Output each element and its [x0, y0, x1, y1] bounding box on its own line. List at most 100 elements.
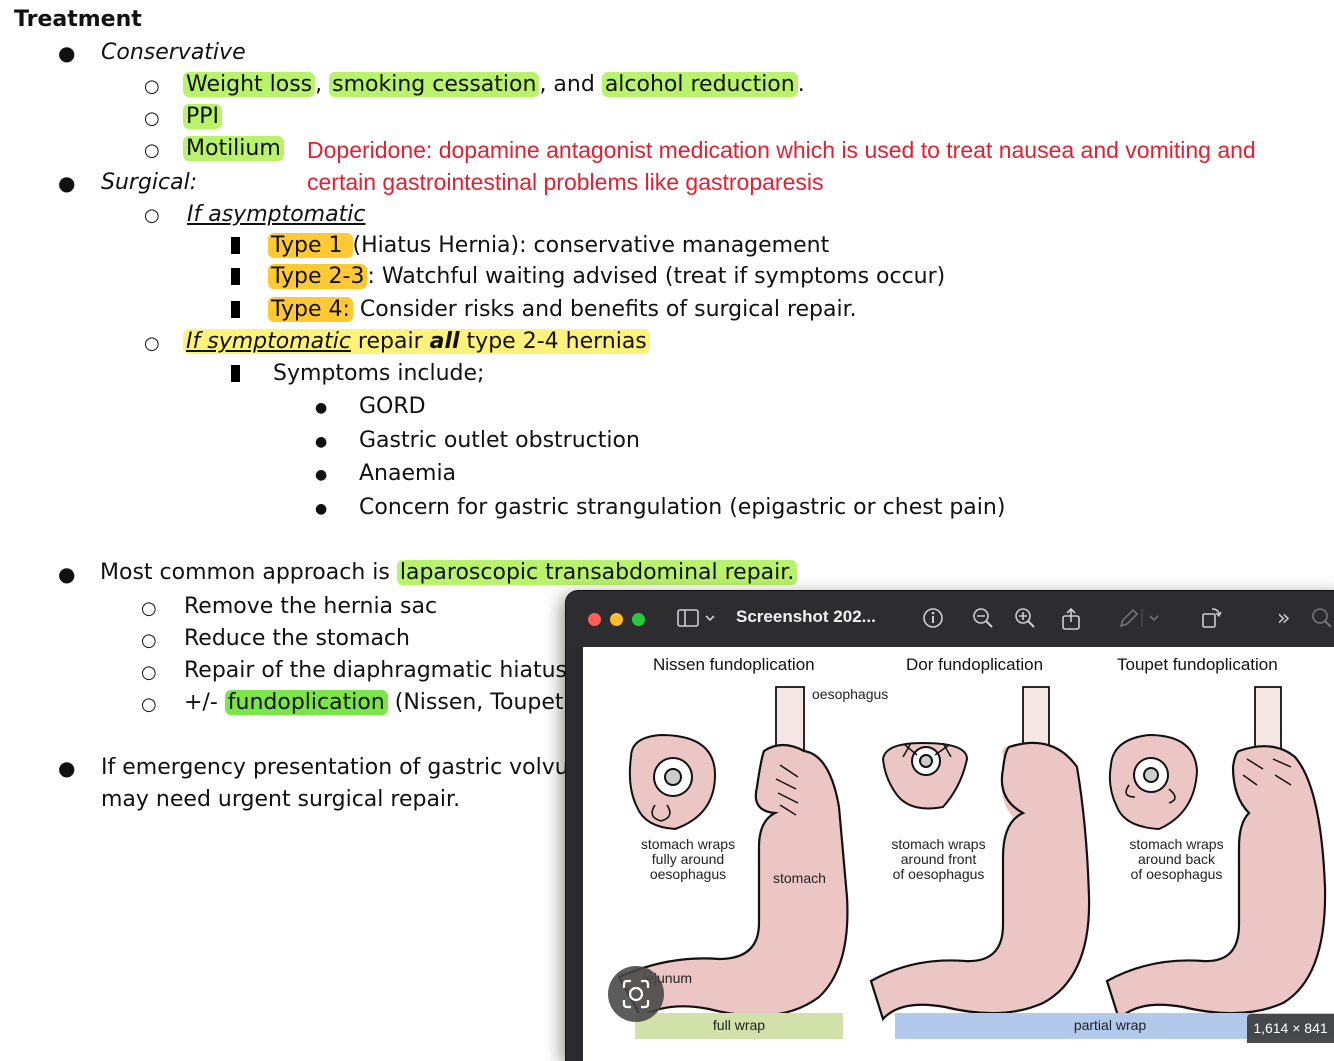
circle-bullet-icon: ○ [141, 694, 157, 715]
emergency-line2: may need urgent surgical repair. [101, 787, 461, 812]
approach-step: Reduce the stomach [184, 626, 410, 651]
square-bullet-icon [231, 301, 240, 318]
surgical-label: Surgical: [101, 170, 198, 195]
circle-bullet-icon: ○ [144, 108, 160, 129]
highlight-weight-loss: Weight loss [183, 72, 316, 97]
circle-bullet-icon: ○ [144, 140, 160, 161]
type1-item: Type 1 (Hiatus Hernia): conservative man… [268, 231, 829, 261]
separator: , and [539, 72, 602, 97]
symptom-item: GORD [359, 394, 426, 419]
emergency-line1: If emergency presentation of gastric vol… [101, 755, 589, 780]
approach-item: Most common approach is laparoscopic tra… [100, 558, 798, 588]
highlight-type23: Type 2-3 [268, 264, 368, 289]
stomach-label: stomach [773, 870, 826, 886]
image-dimensions-badge: 1,614 × 841 [1247, 1014, 1334, 1043]
lens-icon [622, 979, 650, 1009]
type23-item: Type 2-3: Watchful waiting advised (trea… [268, 262, 945, 292]
circle-bullet-icon: ○ [141, 662, 157, 683]
fundo-suffix: (Nissen, Toupet, D [387, 690, 595, 715]
circle-bullet-icon: ○ [141, 630, 157, 651]
symptom-item: Anaemia [359, 461, 457, 486]
minimize-window-button[interactable] [610, 613, 623, 626]
approach-text: Most common approach is [100, 560, 397, 585]
bullet-icon: ● [315, 467, 328, 483]
square-bullet-icon [231, 237, 240, 254]
separator: , [315, 72, 330, 97]
zoom-in-icon[interactable] [1014, 607, 1036, 635]
all-emphasis: all [429, 329, 460, 354]
heading-treatment: Treatment [14, 7, 142, 32]
ppi-item: PPI [183, 102, 223, 132]
asymptomatic-label: If asymptomatic [187, 202, 366, 227]
caption-line: oesophagus [649, 866, 727, 882]
bullet-icon: ● [315, 400, 328, 416]
dor-title: Dor fundoplication [906, 655, 1044, 674]
doperidone-note-line2: certain gastrointestinal problems like g… [307, 169, 824, 195]
highlight-ppi: PPI [183, 104, 223, 129]
square-bullet-icon [231, 268, 240, 285]
preview-window[interactable]: Screenshot 202... » Nissen fundoplicatio… [566, 591, 1334, 1061]
window-toolbar: Screenshot 202... » [566, 591, 1334, 647]
full-wrap-label: full wrap [712, 1017, 766, 1033]
type23-text: : Watchful waiting advised (treat if sym… [367, 264, 946, 289]
close-window-button[interactable] [588, 613, 601, 626]
conservative-label: Conservative [101, 40, 246, 65]
bullet-icon: ● [58, 41, 76, 65]
approach-step: Repair of the diaphragmatic hiatus. [184, 658, 574, 683]
highlight-type1: Type 1 [268, 233, 353, 258]
info-icon[interactable] [922, 607, 944, 635]
bullet-icon: ● [58, 756, 76, 780]
circle-bullet-icon: ○ [144, 76, 160, 97]
highlight-laparoscopic: laparoscopic transabdominal repair. [396, 560, 798, 585]
sidebar-toggle-icon[interactable] [677, 607, 717, 635]
highlight-alcohol: alcohol reduction [601, 72, 798, 97]
symptoms-intro: Symptoms include; [273, 361, 485, 386]
highlight-fundoplication: fundoplication [224, 690, 388, 715]
caption-line: around front [900, 851, 977, 867]
caption-line: fully around [651, 851, 725, 867]
caption-line: stomach wraps [1129, 836, 1224, 852]
circle-bullet-icon: ○ [144, 333, 160, 354]
search-icon[interactable] [1311, 607, 1333, 635]
fundo-prefix: +/- [184, 690, 225, 715]
highlight-type4: Type 4: [268, 297, 353, 322]
visual-lookup-button[interactable] [608, 966, 664, 1022]
image-canvas: Nissen fundoplication Dor fundoplication… [583, 647, 1334, 1061]
highlight-motilium: Motilium [183, 136, 284, 161]
rotate-icon[interactable] [1200, 607, 1222, 635]
circle-bullet-icon: ○ [141, 598, 157, 619]
zoom-window-button[interactable] [632, 613, 645, 626]
bullet-icon: ● [58, 562, 76, 586]
symptomatic-text: type 2-4 hernias [459, 329, 647, 354]
more-tools-icon[interactable]: » [1277, 607, 1290, 631]
separator: . [797, 72, 805, 97]
motilium-item: Motilium [183, 134, 284, 164]
symptomatic-label: If symptomatic [186, 329, 351, 354]
nissen-caption: stomach wraps fully around oesophagus [633, 837, 743, 882]
caption-line: of oesophagus [892, 866, 985, 882]
caption-line: stomach wraps [891, 836, 986, 852]
symptom-item: Concern for gastric strangulation (epiga… [359, 495, 1006, 520]
share-icon[interactable] [1060, 607, 1082, 637]
circle-bullet-icon: ○ [144, 205, 160, 226]
caption-line: of oesophagus [1130, 866, 1223, 882]
bullet-icon: ● [58, 171, 76, 195]
doperidone-note-line1: Doperidone: dopamine antagonist medicati… [307, 137, 1256, 163]
caption-line: around back [1137, 851, 1216, 867]
approach-step: Remove the hernia sac [184, 594, 438, 619]
oesophagus-label: oesophagus [812, 686, 889, 702]
window-title: Screenshot 202... [736, 607, 876, 626]
zoom-out-icon[interactable] [972, 607, 994, 635]
symptomatic-text: repair [350, 329, 430, 354]
type1-text: (Hiatus Hernia): conservative management [352, 233, 830, 258]
symptom-item: Gastric outlet obstruction [359, 428, 640, 453]
symptomatic-item: If symptomatic repair all type 2-4 herni… [183, 327, 650, 357]
lifestyle-item: Weight loss, smoking cessation, and alco… [183, 70, 805, 100]
type4-item: Type 4: Consider risks and benefits of s… [268, 295, 857, 325]
nissen-title: Nissen fundoplication [653, 655, 815, 674]
dor-caption: stomach wraps around front of oesophagus [881, 837, 996, 882]
bullet-icon: ● [315, 501, 328, 517]
markup-pen-icon[interactable] [1118, 607, 1162, 635]
toupet-caption: stomach wraps around back of oesophagus [1119, 837, 1234, 882]
caption-line: stomach wraps [640, 836, 736, 852]
